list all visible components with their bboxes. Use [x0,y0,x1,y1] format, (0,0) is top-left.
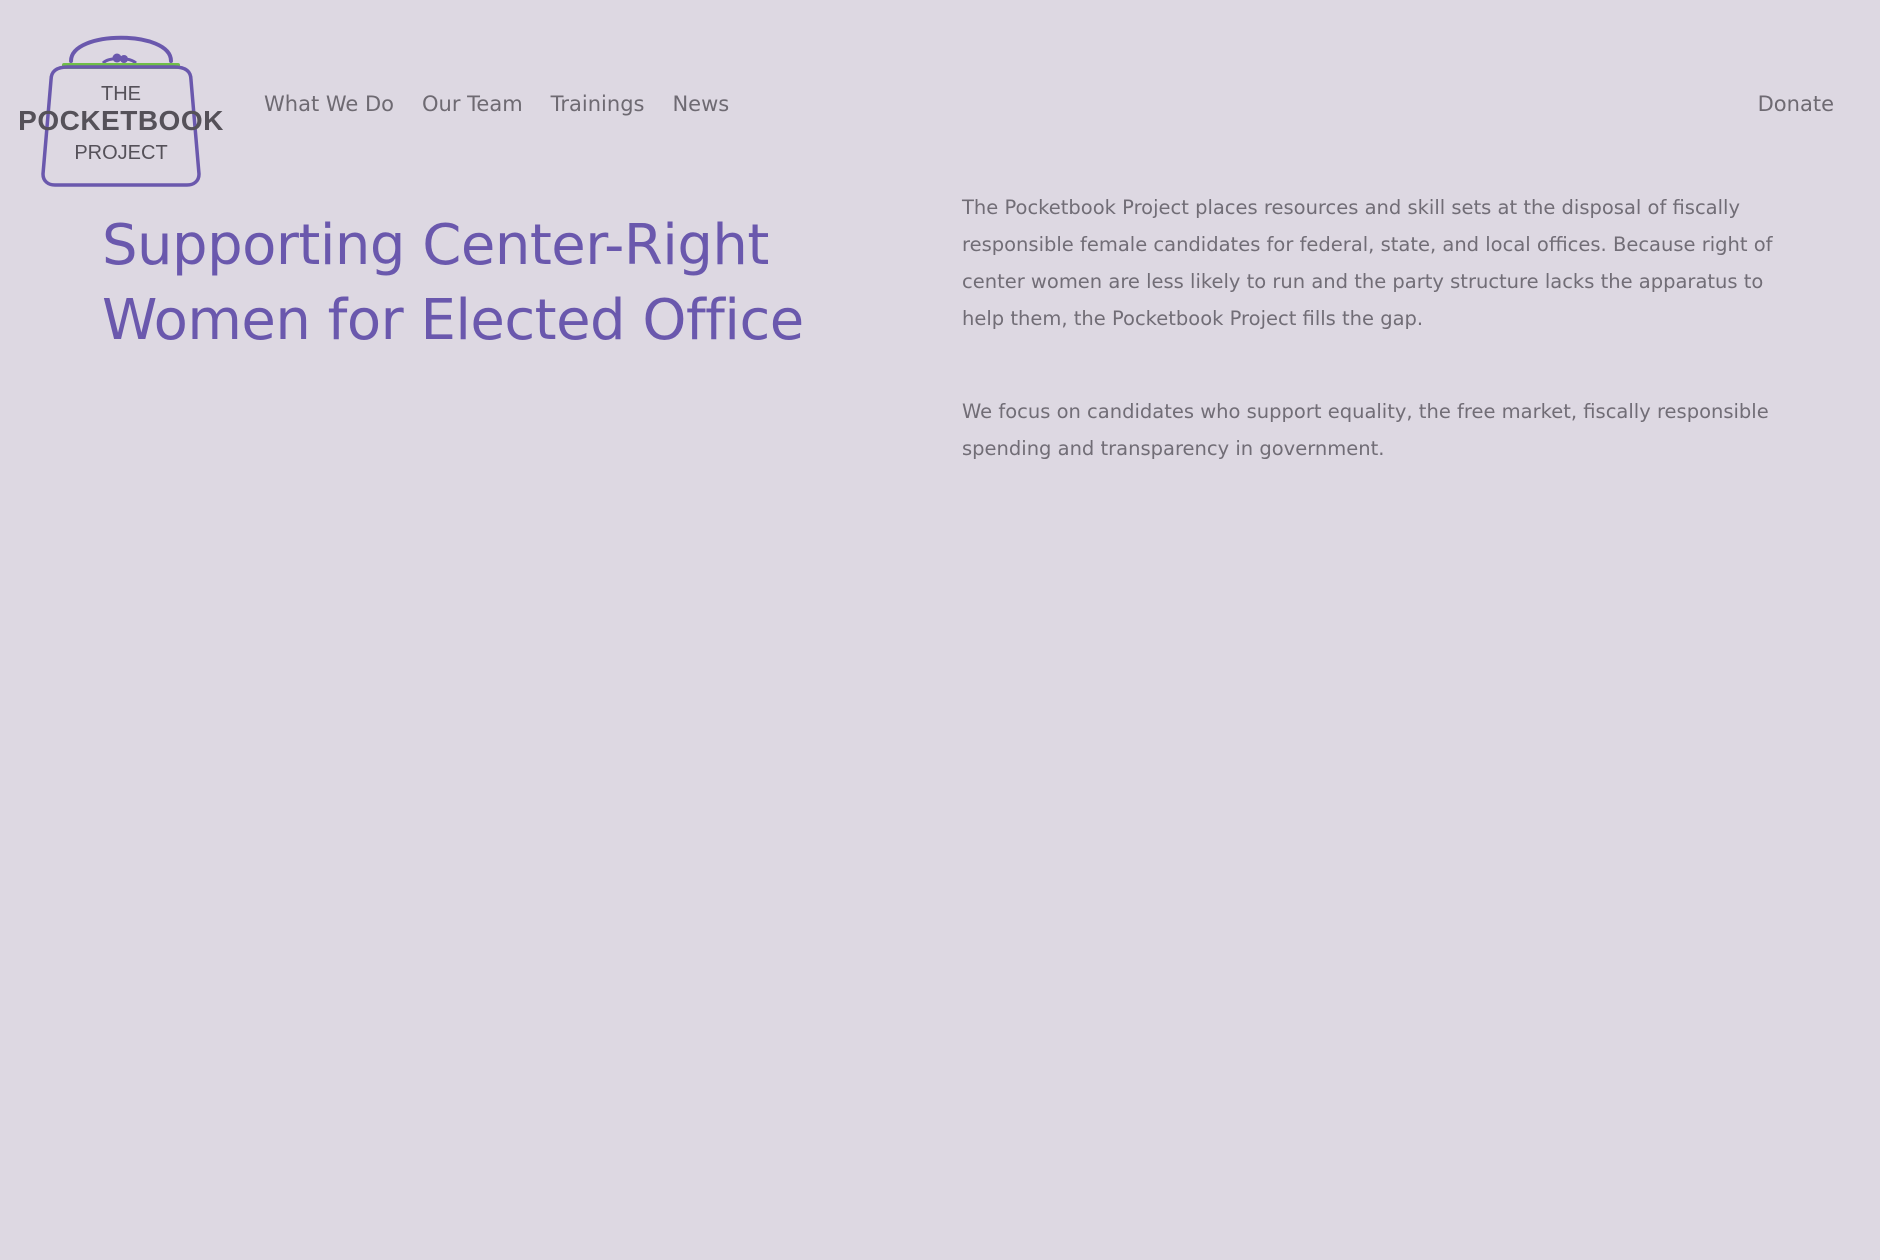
hero-title-line-2: Women for Elected Office [102,288,804,353]
hero-title: Supporting Center-Right Women for Electe… [102,208,922,358]
intro-paragraph-2: We focus on candidates who support equal… [962,400,1769,460]
donate-link[interactable]: Donate [1758,92,1834,116]
nav-item-trainings: Trainings [551,92,645,116]
nav-item-what-we-do: What We Do [264,92,394,116]
svg-text:POCKETBOOK: POCKETBOOK [18,105,224,136]
intro-paragraph-1: The Pocketbook Project places resources … [962,196,1773,330]
nav-link-our-team[interactable]: Our Team [422,92,523,116]
svg-text:PROJECT: PROJECT [74,142,167,164]
pocketbook-purse-icon: THE POCKETBOOK PROJECT [18,35,224,187]
site-header: THE POCKETBOOK PROJECT What We Do Our Te… [0,0,1880,200]
svg-text:THE: THE [101,83,141,105]
nav-link-what-we-do[interactable]: What We Do [264,92,394,116]
nav-link-news[interactable]: News [672,92,729,116]
hero-title-line-1: Supporting Center-Right [102,213,769,278]
nav-link-trainings[interactable]: Trainings [551,92,645,116]
main-nav-list: What We Do Our Team Trainings News [264,92,729,116]
intro-copy: The Pocketbook Project places resources … [962,189,1786,467]
nav-item-news: News [672,92,729,116]
nav-item-our-team: Our Team [422,92,523,116]
site-logo[interactable]: THE POCKETBOOK PROJECT [18,26,224,192]
page: { "site": { "logo": { "line1": "THE", "l… [0,0,1880,1260]
